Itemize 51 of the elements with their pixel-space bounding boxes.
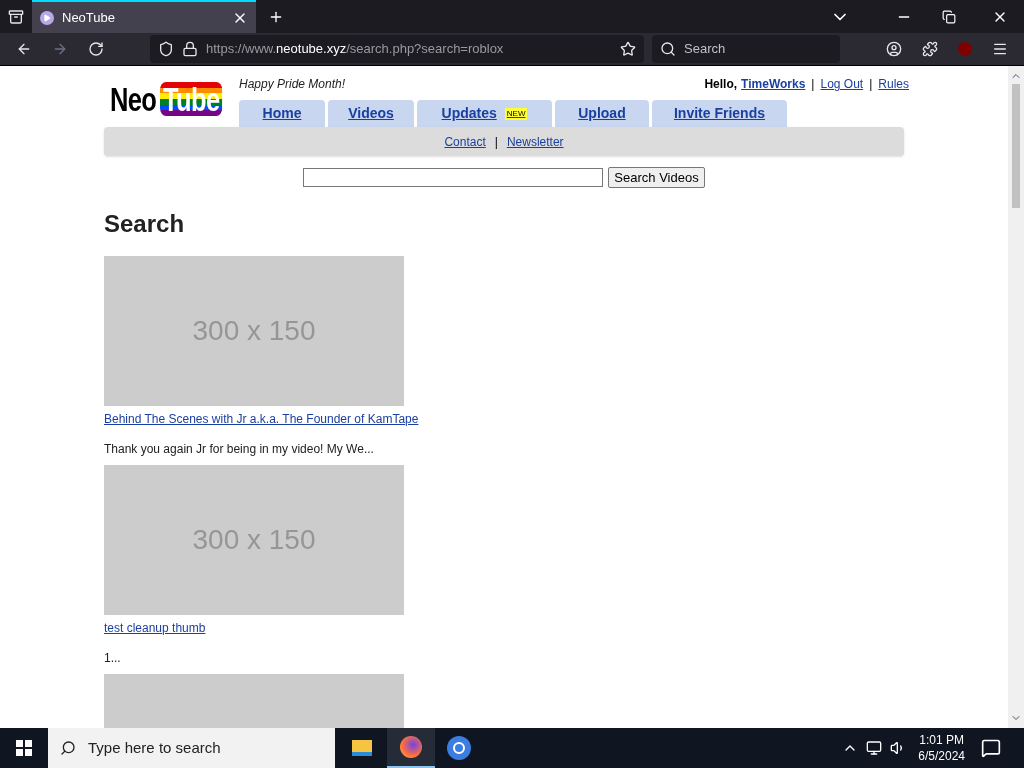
clock-date: 6/5/2024 [918, 748, 965, 764]
page-heading: Search [104, 209, 186, 239]
bookmark-star-icon[interactable] [620, 41, 636, 57]
username-link[interactable]: TimeWorks [741, 75, 806, 93]
tagline: Happy Pride Month! [239, 76, 346, 93]
back-icon[interactable] [16, 41, 32, 57]
subnav-link[interactable]: Contact [444, 132, 486, 151]
shield-icon [158, 41, 174, 57]
search-icon [660, 41, 676, 57]
greeting: Hello, [704, 76, 738, 93]
scrollbar[interactable] [1008, 66, 1024, 728]
search-button[interactable]: Search Videos [608, 167, 705, 188]
user-link[interactable]: Rules [878, 75, 909, 93]
video-title-link[interactable]: Behind The Scenes with Jr a.k.a. The Founder of KamTape [104, 410, 904, 428]
favicon-icon [40, 10, 54, 25]
separator: | [869, 76, 873, 93]
video-description: Thank you again Jr for being in my video! My We... [104, 441, 375, 458]
network-icon[interactable] [866, 740, 883, 756]
subnav-link[interactable]: Newsletter [506, 132, 564, 151]
video-title-link[interactable]: test cleanup thumb [104, 619, 904, 637]
tab-title: NeoTube [62, 8, 116, 27]
search-icon [60, 740, 76, 756]
restore-icon[interactable] [942, 9, 956, 24]
separator: | [811, 76, 815, 93]
reload-icon[interactable] [88, 41, 104, 57]
browser-tab[interactable]: NeoTube [32, 0, 256, 33]
scrollbar-thumb[interactable] [1012, 84, 1020, 208]
user-link[interactable]: Log Out [820, 75, 864, 93]
new-badge: NEW [504, 107, 528, 120]
lock-icon [182, 41, 198, 57]
browser-taskbar-button[interactable] [387, 728, 435, 768]
search-field[interactable]: Search [652, 35, 840, 63]
taskbar-search-field[interactable]: Type here to search [48, 728, 335, 768]
menu-icon[interactable] [992, 41, 1008, 57]
nav-tab[interactable]: Upload [555, 100, 649, 127]
search-input[interactable] [303, 168, 604, 187]
url-text: https://www.neotube.xyz/search.php?search=roblox [206, 40, 505, 59]
nav-tab[interactable]: Videos [328, 100, 414, 127]
address-bar[interactable]: https://www.neotube.xyz/search.php?search=roblox [150, 35, 644, 63]
account-icon[interactable] [886, 41, 902, 57]
tab-list-icon[interactable] [8, 8, 24, 25]
windows-start-icon[interactable] [16, 740, 32, 756]
puzzle-icon[interactable] [922, 41, 938, 57]
clock-time: 1:01 PM [919, 732, 964, 748]
forward-icon[interactable] [52, 41, 68, 57]
separator: | [494, 133, 498, 151]
notification-icon[interactable] [981, 738, 1001, 758]
nav-tab[interactable]: Updates NEW [417, 100, 552, 127]
video-description: 1... [104, 650, 122, 667]
nav-tab[interactable]: Home [239, 100, 325, 127]
nav-tab[interactable]: Invite Friends [652, 100, 787, 127]
